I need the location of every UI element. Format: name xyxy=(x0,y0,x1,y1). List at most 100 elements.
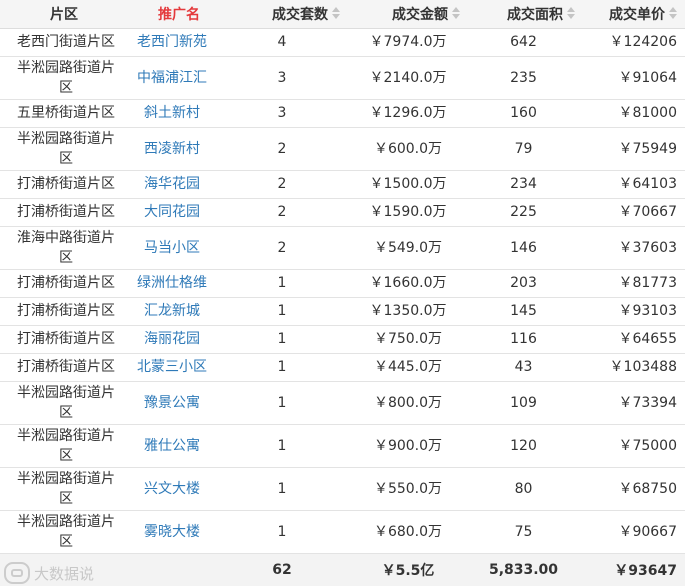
row-count: 2 xyxy=(230,127,348,171)
row-name-link[interactable]: 雾晓大楼 xyxy=(128,510,230,554)
header-price-label: 成交单价 xyxy=(609,6,665,23)
table-row: 淮海中路街道片区 马当小区 2 ￥549.0万 146 ￥37603 xyxy=(0,226,685,270)
row-name-link[interactable]: 马当小区 xyxy=(128,226,230,270)
header-count[interactable]: 成交套数 xyxy=(230,0,348,29)
row-name-link[interactable]: 斜土新村 xyxy=(128,99,230,128)
header-name[interactable]: 推广名 xyxy=(128,0,230,29)
sort-icon[interactable] xyxy=(332,7,340,21)
row-name-link[interactable]: 北蒙三小区 xyxy=(128,353,230,382)
row-amount: ￥1660.0万 xyxy=(348,269,468,298)
row-amount: ￥550.0万 xyxy=(348,467,468,511)
row-district: 五里桥街道片区 xyxy=(0,99,128,128)
row-name-link[interactable]: 汇龙新城 xyxy=(128,297,230,326)
header-area-label: 成交面积 xyxy=(507,6,563,23)
row-name-link[interactable]: 西凌新村 xyxy=(128,127,230,171)
row-district: 打浦桥街道片区 xyxy=(0,198,128,227)
row-amount: ￥800.0万 xyxy=(348,381,468,425)
row-count: 3 xyxy=(230,99,348,128)
row-district: 打浦桥街道片区 xyxy=(0,269,128,298)
row-district: 半淞园路街道片区 xyxy=(0,510,128,554)
table-row: 半淞园路街道片区 中福浦江汇 3 ￥2140.0万 235 ￥91064 xyxy=(0,56,685,100)
row-area: 43 xyxy=(468,353,583,382)
header-amount[interactable]: 成交金额 xyxy=(348,0,468,29)
row-amount: ￥1590.0万 xyxy=(348,198,468,227)
row-price: ￥73394 xyxy=(583,381,685,425)
row-area: 120 xyxy=(468,424,583,468)
row-amount: ￥750.0万 xyxy=(348,325,468,354)
sort-icon[interactable] xyxy=(452,7,460,21)
row-amount: ￥600.0万 xyxy=(348,127,468,171)
table-row: 打浦桥街道片区 绿洲仕格维 1 ￥1660.0万 203 ￥81773 xyxy=(0,269,685,298)
table-row: 打浦桥街道片区 海丽花园 1 ￥750.0万 116 ￥64655 xyxy=(0,325,685,354)
row-name-link[interactable]: 绿洲仕格维 xyxy=(128,269,230,298)
row-area: 225 xyxy=(468,198,583,227)
row-name-link[interactable]: 兴文大楼 xyxy=(128,467,230,511)
row-name-link[interactable]: 海丽花园 xyxy=(128,325,230,354)
row-price: ￥91064 xyxy=(583,56,685,100)
row-district: 半淞园路街道片区 xyxy=(0,127,128,171)
row-name-link[interactable]: 老西门新苑 xyxy=(128,28,230,57)
row-price: ￥75949 xyxy=(583,127,685,171)
row-area: 79 xyxy=(468,127,583,171)
row-count: 1 xyxy=(230,325,348,354)
sort-icon[interactable] xyxy=(669,7,677,21)
row-district: 打浦桥街道片区 xyxy=(0,297,128,326)
row-district: 半淞园路街道片区 xyxy=(0,467,128,511)
row-amount: ￥900.0万 xyxy=(348,424,468,468)
row-area: 146 xyxy=(468,226,583,270)
row-amount: ￥2140.0万 xyxy=(348,56,468,100)
row-price: ￥81773 xyxy=(583,269,685,298)
table-row: 老西门街道片区 老西门新苑 4 ￥7974.0万 642 ￥124206 xyxy=(0,28,685,57)
watermark: 大数据说 xyxy=(4,562,94,584)
table-header-row: 片区 推广名 成交套数 成交金额 成交面积 成交单价 xyxy=(0,0,685,29)
table-row: 打浦桥街道片区 海华花园 2 ￥1500.0万 234 ￥64103 xyxy=(0,170,685,199)
row-amount: ￥445.0万 xyxy=(348,353,468,382)
total-area: 5,833.00 xyxy=(468,552,583,586)
row-price: ￥75000 xyxy=(583,424,685,468)
watermark-logo-icon xyxy=(4,562,30,584)
row-name-link[interactable]: 中福浦江汇 xyxy=(128,56,230,100)
row-amount: ￥1350.0万 xyxy=(348,297,468,326)
row-area: 80 xyxy=(468,467,583,511)
row-name-link[interactable]: 大同花园 xyxy=(128,198,230,227)
header-price[interactable]: 成交单价 xyxy=(583,0,685,29)
row-district: 老西门街道片区 xyxy=(0,28,128,57)
row-price: ￥64103 xyxy=(583,170,685,199)
row-count: 1 xyxy=(230,381,348,425)
sort-icon[interactable] xyxy=(567,7,575,21)
row-count: 2 xyxy=(230,198,348,227)
total-amount: ￥5.5亿 xyxy=(348,552,468,586)
row-area: 160 xyxy=(468,99,583,128)
table-row: 五里桥街道片区 斜土新村 3 ￥1296.0万 160 ￥81000 xyxy=(0,99,685,128)
row-district: 半淞园路街道片区 xyxy=(0,56,128,100)
transaction-table: 片区 推广名 成交套数 成交金额 成交面积 成交单价 老西门街道片区 老西门新苑 4… xyxy=(0,0,685,586)
row-amount: ￥1500.0万 xyxy=(348,170,468,199)
table-row: 半淞园路街道片区 雅仕公寓 1 ￥900.0万 120 ￥75000 xyxy=(0,424,685,468)
table-row: 打浦桥街道片区 北蒙三小区 1 ￥445.0万 43 ￥103488 xyxy=(0,353,685,382)
row-area: 116 xyxy=(468,325,583,354)
row-amount: ￥1296.0万 xyxy=(348,99,468,128)
row-count: 1 xyxy=(230,424,348,468)
row-district: 半淞园路街道片区 xyxy=(0,381,128,425)
row-price: ￥103488 xyxy=(583,353,685,382)
row-count: 2 xyxy=(230,170,348,199)
total-price: ￥93647 xyxy=(583,552,685,586)
total-count: 62 xyxy=(230,552,348,586)
table-row: 半淞园路街道片区 豫景公寓 1 ￥800.0万 109 ￥73394 xyxy=(0,381,685,425)
totals-spacer xyxy=(128,552,230,586)
header-area[interactable]: 成交面积 xyxy=(468,0,583,29)
row-name-link[interactable]: 豫景公寓 xyxy=(128,381,230,425)
header-district: 片区 xyxy=(0,0,128,29)
row-area: 642 xyxy=(468,28,583,57)
row-count: 3 xyxy=(230,56,348,100)
row-count: 1 xyxy=(230,269,348,298)
row-price: ￥93103 xyxy=(583,297,685,326)
row-price: ￥68750 xyxy=(583,467,685,511)
table-row: 半淞园路街道片区 西凌新村 2 ￥600.0万 79 ￥75949 xyxy=(0,127,685,171)
row-area: 203 xyxy=(468,269,583,298)
row-name-link[interactable]: 海华花园 xyxy=(128,170,230,199)
row-count: 4 xyxy=(230,28,348,57)
row-count: 1 xyxy=(230,353,348,382)
row-count: 1 xyxy=(230,510,348,554)
row-name-link[interactable]: 雅仕公寓 xyxy=(128,424,230,468)
